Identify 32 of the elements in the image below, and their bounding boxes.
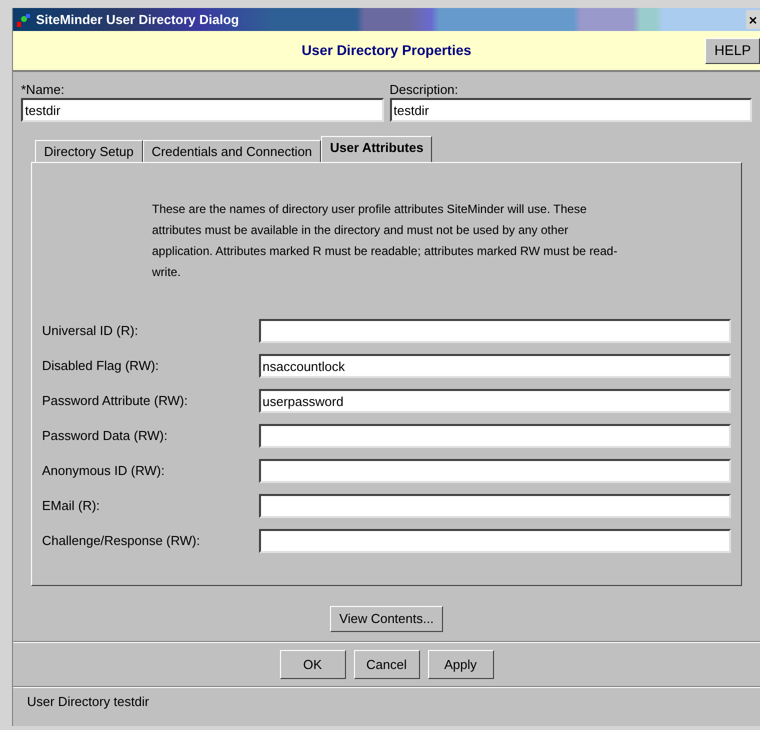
intro-text: These are the names of directory user profile attributes SiteMinder will use. These attributes must be available in the directory and must not be used by any other application. Attributes marked R must be readable; attributes marked RW must be read-write. [152, 201, 618, 281]
input-field[interactable] [258, 424, 731, 448]
field-label: Challenge/Response (RW): [42, 532, 201, 550]
input-field[interactable] [258, 459, 731, 483]
field-label: Anonymous ID (RW): [42, 462, 166, 480]
window-title: SiteMinder User Directory Dialog [36, 10, 239, 29]
input-field[interactable] [258, 529, 731, 553]
field-label: Description: [390, 81, 460, 98]
field-label: *Name: [21, 81, 66, 98]
input-field[interactable] [258, 494, 731, 518]
input-field[interactable]: nsaccountlock [258, 354, 731, 378]
header-title: User Directory Properties [302, 41, 472, 60]
status-text: User Directory testdir [27, 692, 150, 711]
field-label: Universal ID (R): [42, 322, 140, 340]
field-label: EMail (R): [42, 497, 101, 516]
field-label: Password Data (RW): [42, 427, 168, 446]
field-label: Password Attribute (RW): [42, 392, 189, 410]
field-label: Disabled Flag (RW): [42, 357, 160, 376]
input-field[interactable]: testdir [21, 98, 384, 122]
tab[interactable]: Directory Setup [35, 140, 143, 162]
input-field[interactable]: testdir [390, 98, 752, 122]
dialog-button[interactable]: OK [280, 650, 346, 679]
input-field[interactable]: userpassword [258, 389, 731, 413]
dialog-button[interactable]: Cancel [354, 650, 420, 679]
close-button[interactable]: × [746, 10, 760, 29]
view-contents-button[interactable]: View Contents... [330, 606, 443, 632]
dialog-button[interactable]: Apply [428, 650, 494, 679]
tab[interactable]: Credentials and Connection [142, 140, 322, 162]
help-button[interactable]: HELP [705, 38, 760, 64]
input-field[interactable] [258, 319, 731, 343]
tab[interactable]: User Attributes [321, 136, 432, 162]
app-icon [16, 12, 32, 28]
